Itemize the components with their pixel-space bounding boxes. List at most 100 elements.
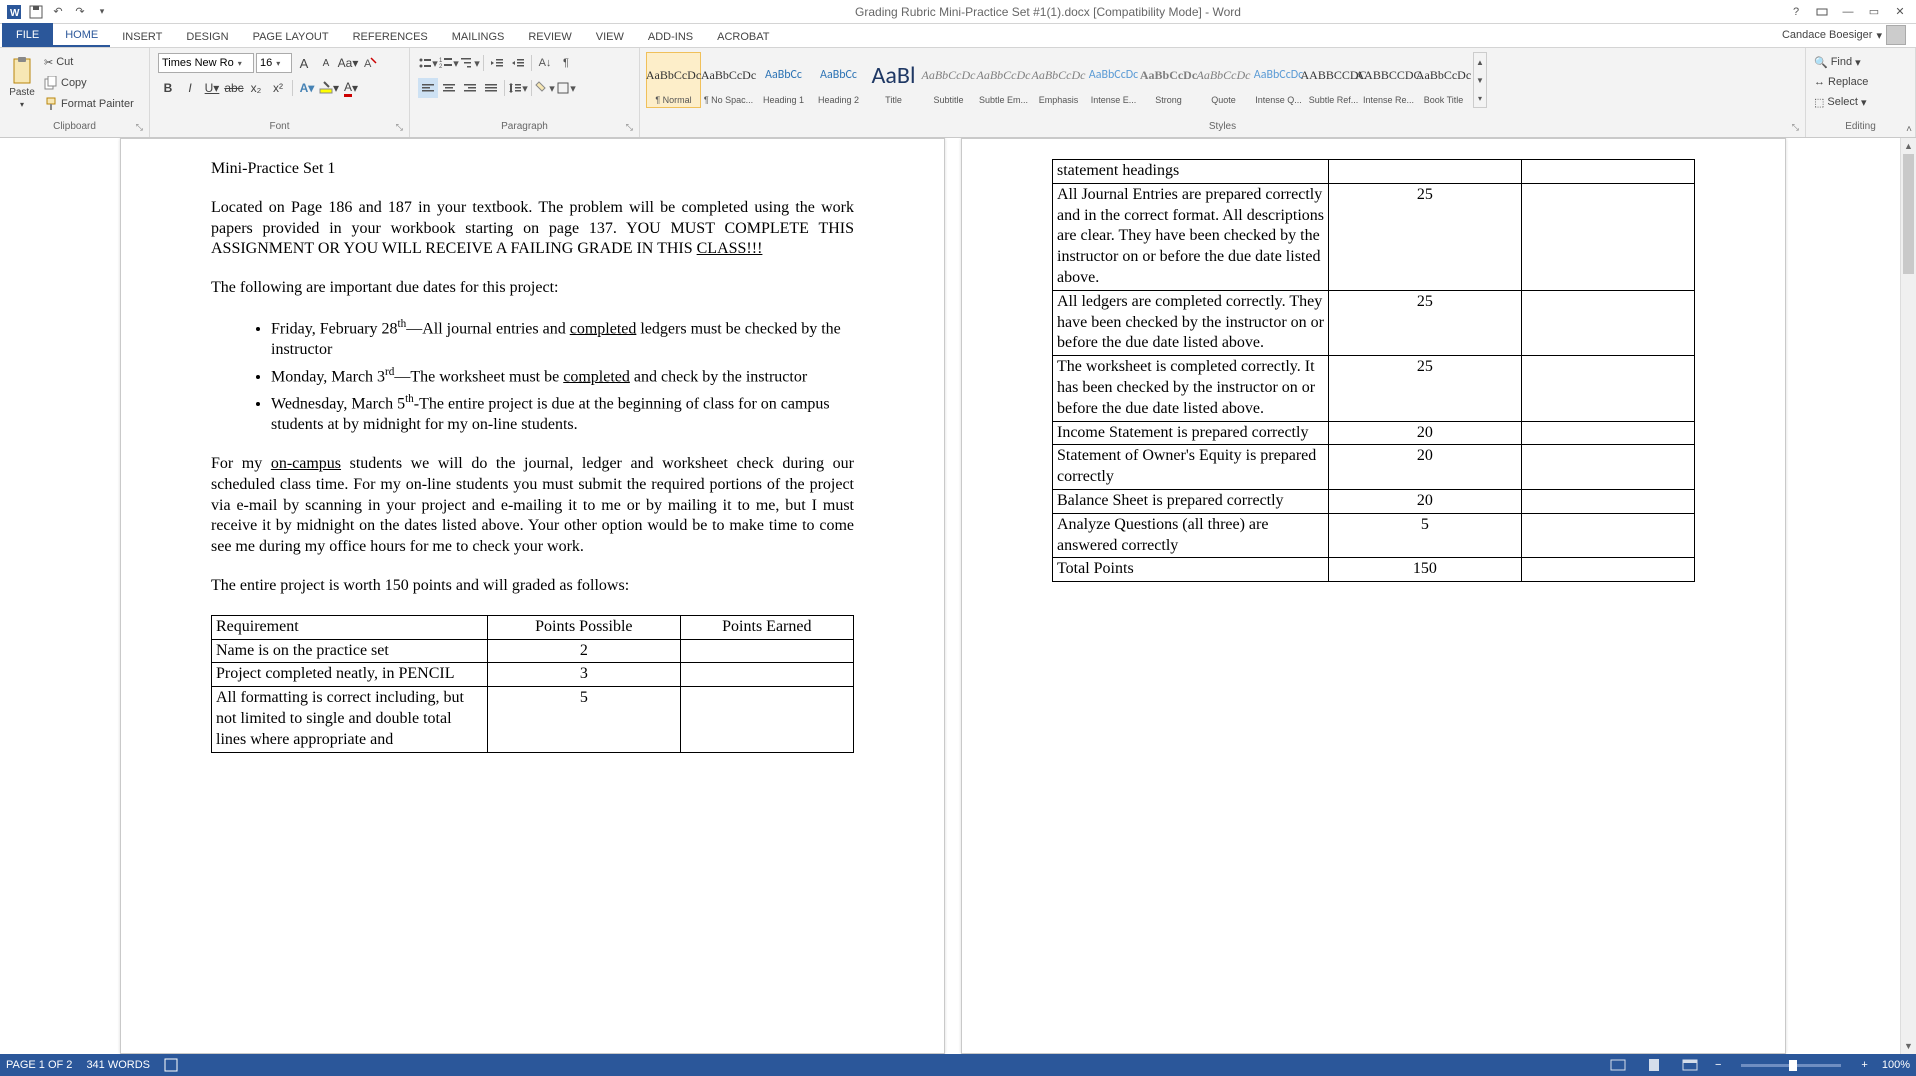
zoom-level[interactable]: 100%: [1882, 1059, 1910, 1071]
find-button[interactable]: 🔍Find ▾: [1814, 53, 1868, 71]
sort-button[interactable]: A↓: [535, 53, 555, 73]
list-item: Wednesday, March 5th-The entire project …: [271, 392, 854, 436]
tab-addins[interactable]: ADD-INS: [636, 27, 705, 47]
style-item[interactable]: AaBbCcDcQuote: [1196, 52, 1251, 108]
paste-button[interactable]: Paste ▾: [4, 50, 40, 116]
style-item[interactable]: AABBCCDCSubtle Ref...: [1306, 52, 1361, 108]
spell-check-icon[interactable]: [164, 1058, 178, 1072]
zoom-in-button[interactable]: +: [1861, 1059, 1867, 1071]
search-icon: 🔍: [1814, 56, 1828, 69]
style-item[interactable]: AaBlTitle: [866, 52, 921, 108]
justify-button[interactable]: [481, 78, 501, 98]
tab-view[interactable]: VIEW: [584, 27, 636, 47]
style-item[interactable]: AaBbCcDcIntense E...: [1086, 52, 1141, 108]
style-item[interactable]: AaBbCcDc¶ Normal: [646, 52, 701, 108]
page-indicator[interactable]: PAGE 1 OF 2: [6, 1059, 72, 1071]
shading-button[interactable]: ▾: [535, 78, 555, 98]
undo-icon[interactable]: ↶: [48, 2, 68, 22]
tab-review[interactable]: REVIEW: [516, 27, 583, 47]
file-tab[interactable]: FILE: [2, 23, 53, 47]
font-name-combo[interactable]: Times New Ro▾: [158, 53, 254, 73]
align-center-button[interactable]: [439, 78, 459, 98]
paragraph-launcher[interactable]: ⤡: [626, 122, 633, 133]
clipboard-label: Clipboard: [53, 121, 96, 132]
style-item[interactable]: AaBbCcDcEmphasis: [1031, 52, 1086, 108]
user-name[interactable]: Candace Boesiger ▾: [1772, 23, 1916, 47]
scrollbar-thumb[interactable]: [1903, 154, 1914, 274]
maximize-icon[interactable]: ▭: [1862, 2, 1886, 22]
save-icon[interactable]: [26, 2, 46, 22]
tab-home[interactable]: HOME: [53, 25, 110, 47]
redo-icon[interactable]: ↷: [70, 2, 90, 22]
italic-button[interactable]: I: [180, 78, 200, 98]
style-item[interactable]: AaBbCcDcSubtitle: [921, 52, 976, 108]
scroll-down-icon[interactable]: ▼: [1901, 1038, 1916, 1054]
subscript-button[interactable]: x₂: [246, 78, 266, 98]
bold-button[interactable]: B: [158, 78, 178, 98]
print-layout-button[interactable]: [1643, 1056, 1665, 1074]
tab-insert[interactable]: INSERT: [110, 27, 174, 47]
copy-button[interactable]: Copy: [44, 74, 134, 92]
vertical-scrollbar[interactable]: ▲ ▼: [1900, 138, 1916, 1054]
increase-indent-button[interactable]: [508, 53, 528, 73]
style-item[interactable]: AaBbCcDcStrong: [1141, 52, 1196, 108]
superscript-button[interactable]: x²: [268, 78, 288, 98]
close-icon[interactable]: ✕: [1888, 2, 1912, 22]
decrease-indent-button[interactable]: [487, 53, 507, 73]
web-layout-button[interactable]: [1679, 1056, 1701, 1074]
shrink-font-button[interactable]: A: [316, 53, 336, 73]
style-item[interactable]: AaBbCcHeading 1: [756, 52, 811, 108]
zoom-out-button[interactable]: −: [1715, 1059, 1721, 1071]
help-icon[interactable]: ?: [1784, 2, 1808, 22]
minimize-icon[interactable]: —: [1836, 2, 1860, 22]
borders-button[interactable]: ▾: [556, 78, 576, 98]
style-item[interactable]: AaBbCcDc¶ No Spac...: [701, 52, 756, 108]
tab-acrobat[interactable]: ACROBAT: [705, 27, 781, 47]
qat-dropdown-icon[interactable]: ▾: [92, 2, 112, 22]
multilevel-button[interactable]: ▾: [460, 53, 480, 73]
clipboard-launcher[interactable]: ⤡: [136, 122, 143, 133]
tab-mailings[interactable]: MAILINGS: [440, 27, 517, 47]
align-right-button[interactable]: [460, 78, 480, 98]
underline-button[interactable]: U▾: [202, 78, 222, 98]
cut-button[interactable]: ✂Cut: [44, 53, 134, 71]
style-item[interactable]: AABBCCDCIntense Re...: [1361, 52, 1416, 108]
font-launcher[interactable]: ⤡: [396, 122, 403, 133]
rubric-table-2: statement headingsAll Journal Entries ar…: [1052, 159, 1695, 582]
replace-button[interactable]: ↔Replace: [1814, 73, 1868, 91]
font-color-button[interactable]: A▾: [341, 78, 361, 98]
font-size-combo[interactable]: 16▾: [256, 53, 292, 73]
word-count[interactable]: 341 WORDS: [86, 1059, 150, 1071]
text-effects-button[interactable]: A▾: [297, 78, 317, 98]
styles-gallery: AaBbCcDc¶ NormalAaBbCcDc¶ No Spac...AaBb…: [644, 50, 1489, 110]
format-painter-button[interactable]: Format Painter: [44, 95, 134, 113]
change-case-button[interactable]: Aa▾: [338, 53, 358, 73]
read-mode-button[interactable]: [1607, 1056, 1629, 1074]
style-item[interactable]: AaBbCcDcSubtle Em...: [976, 52, 1031, 108]
select-button[interactable]: ⬚Select ▾: [1814, 93, 1868, 111]
bullets-button[interactable]: ▾: [418, 53, 438, 73]
numbering-button[interactable]: 12▾: [439, 53, 459, 73]
style-item[interactable]: AaBbCcDcIntense Q...: [1251, 52, 1306, 108]
line-spacing-button[interactable]: ▾: [508, 78, 528, 98]
tab-design[interactable]: DESIGN: [174, 27, 240, 47]
clear-formatting-button[interactable]: A: [360, 53, 380, 73]
highlight-button[interactable]: ▾: [319, 78, 339, 98]
scroll-up-icon[interactable]: ▲: [1901, 138, 1916, 154]
table-row: Analyze Questions (all three) are answer…: [1053, 513, 1695, 558]
page-1: Mini-Practice Set 1 Located on Page 186 …: [120, 138, 945, 1054]
ribbon-options-icon[interactable]: [1810, 2, 1834, 22]
tab-references[interactable]: REFERENCES: [341, 27, 440, 47]
list-item: Monday, March 3rd—The worksheet must be …: [271, 365, 854, 388]
collapse-ribbon-button[interactable]: ˄: [1906, 124, 1912, 135]
align-left-button[interactable]: [418, 78, 438, 98]
strikethrough-button[interactable]: abc: [224, 78, 244, 98]
style-item[interactable]: AaBbCcHeading 2: [811, 52, 866, 108]
zoom-slider[interactable]: [1741, 1064, 1841, 1067]
grow-font-button[interactable]: A: [294, 53, 314, 73]
styles-launcher[interactable]: ⤡: [1792, 122, 1799, 133]
styles-more-button[interactable]: ▲▼▾: [1473, 52, 1487, 108]
tab-page-layout[interactable]: PAGE LAYOUT: [241, 27, 341, 47]
style-item[interactable]: AaBbCcDcBook Title: [1416, 52, 1471, 108]
show-marks-button[interactable]: ¶: [556, 53, 576, 73]
